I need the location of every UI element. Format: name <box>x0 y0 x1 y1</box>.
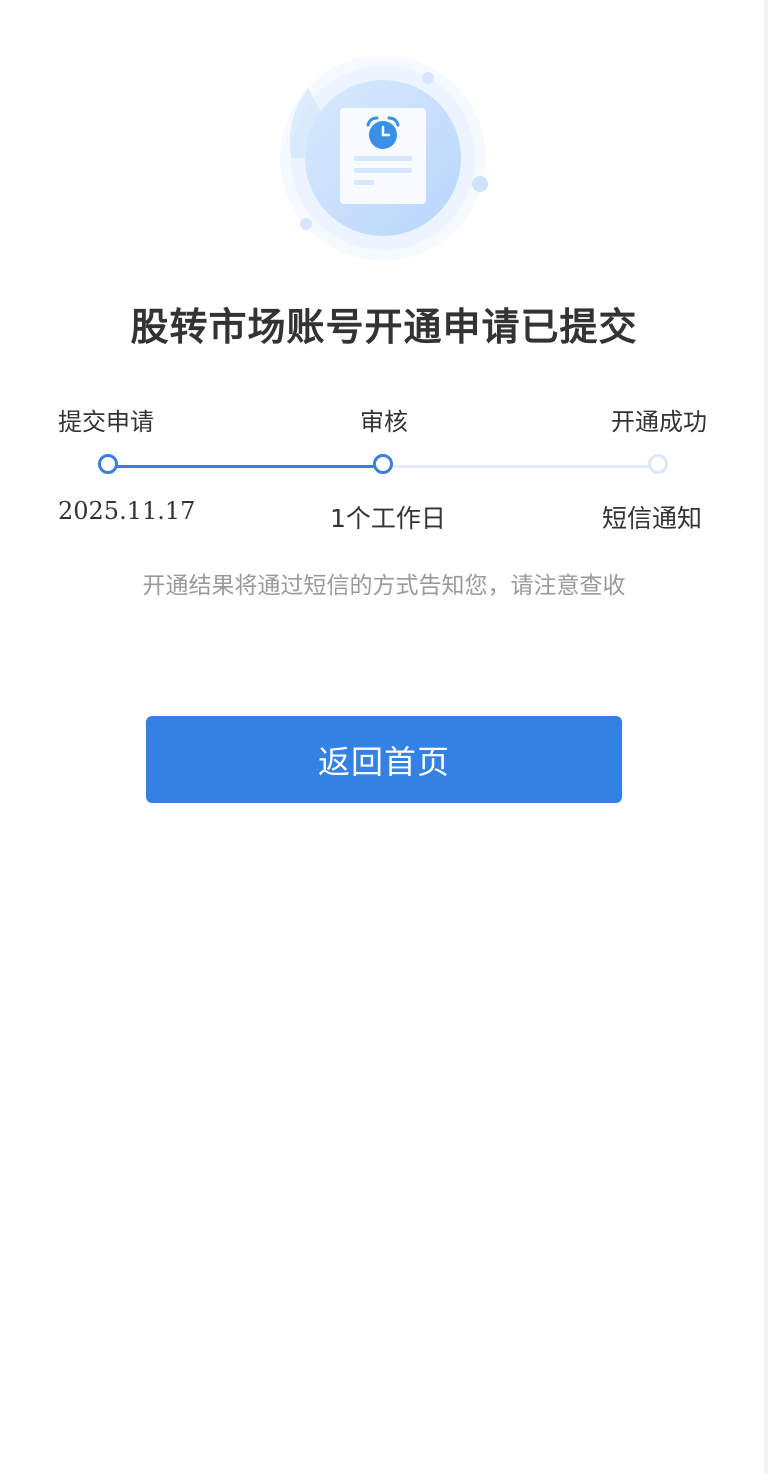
page-title: 股转市场账号开通申请已提交 <box>130 305 638 349</box>
step-sub-review-time: 1个工作日 <box>330 504 446 533</box>
notice-text: 开通结果将通过短信的方式告知您，请注意查收 <box>142 573 626 599</box>
step-node-review <box>373 454 393 474</box>
progress-track-pending <box>383 465 658 468</box>
step-label-submit: 提交申请 <box>58 408 154 436</box>
step-node-submit <box>98 454 118 474</box>
step-sub-submit-date: 2025.11.17 <box>58 497 196 525</box>
progress-track-done <box>109 465 383 468</box>
step-label-success: 开通成功 <box>611 408 707 436</box>
step-label-review: 审核 <box>360 408 408 436</box>
step-node-success <box>648 454 668 474</box>
step-sub-success-sms: 短信通知 <box>602 504 703 533</box>
return-home-button[interactable]: 返回首页 <box>146 716 622 803</box>
document-alarm-clock-icon <box>280 58 488 261</box>
scrollbar-track <box>764 0 768 1474</box>
